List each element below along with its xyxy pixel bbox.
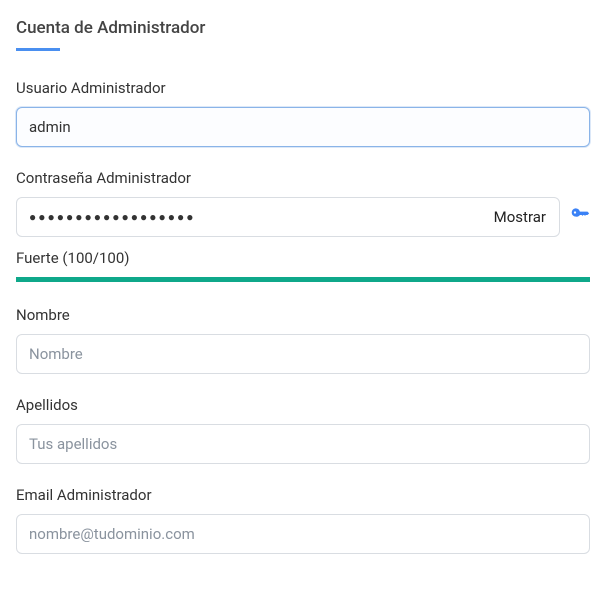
password-wrap: Mostrar	[16, 197, 560, 237]
field-username: Usuario Administrador	[16, 79, 590, 147]
field-password: Contraseña Administrador Mostrar	[16, 169, 590, 237]
firstname-label: Nombre	[16, 306, 590, 324]
password-strength: Fuerte (100/100)	[16, 249, 590, 282]
field-email: Email Administrador	[16, 486, 590, 554]
section-title: Cuenta de Administrador	[16, 18, 590, 38]
lastname-input[interactable]	[16, 424, 590, 464]
username-label: Usuario Administrador	[16, 79, 590, 97]
password-input[interactable]	[16, 197, 560, 237]
lastname-label: Apellidos	[16, 396, 590, 414]
admin-account-section: Cuenta de Administrador Usuario Administ…	[16, 18, 590, 554]
strength-bar	[16, 277, 590, 282]
password-label: Contraseña Administrador	[16, 169, 590, 187]
username-input[interactable]	[16, 107, 590, 147]
password-row: Mostrar	[16, 197, 590, 237]
email-label: Email Administrador	[16, 486, 590, 504]
field-lastname: Apellidos	[16, 396, 590, 464]
field-firstname: Nombre	[16, 306, 590, 374]
key-icon[interactable]	[570, 205, 590, 229]
firstname-input[interactable]	[16, 334, 590, 374]
title-underline	[16, 48, 60, 51]
strength-label: Fuerte (100/100)	[16, 249, 590, 267]
email-input[interactable]	[16, 514, 590, 554]
show-password-button[interactable]: Mostrar	[490, 204, 550, 230]
